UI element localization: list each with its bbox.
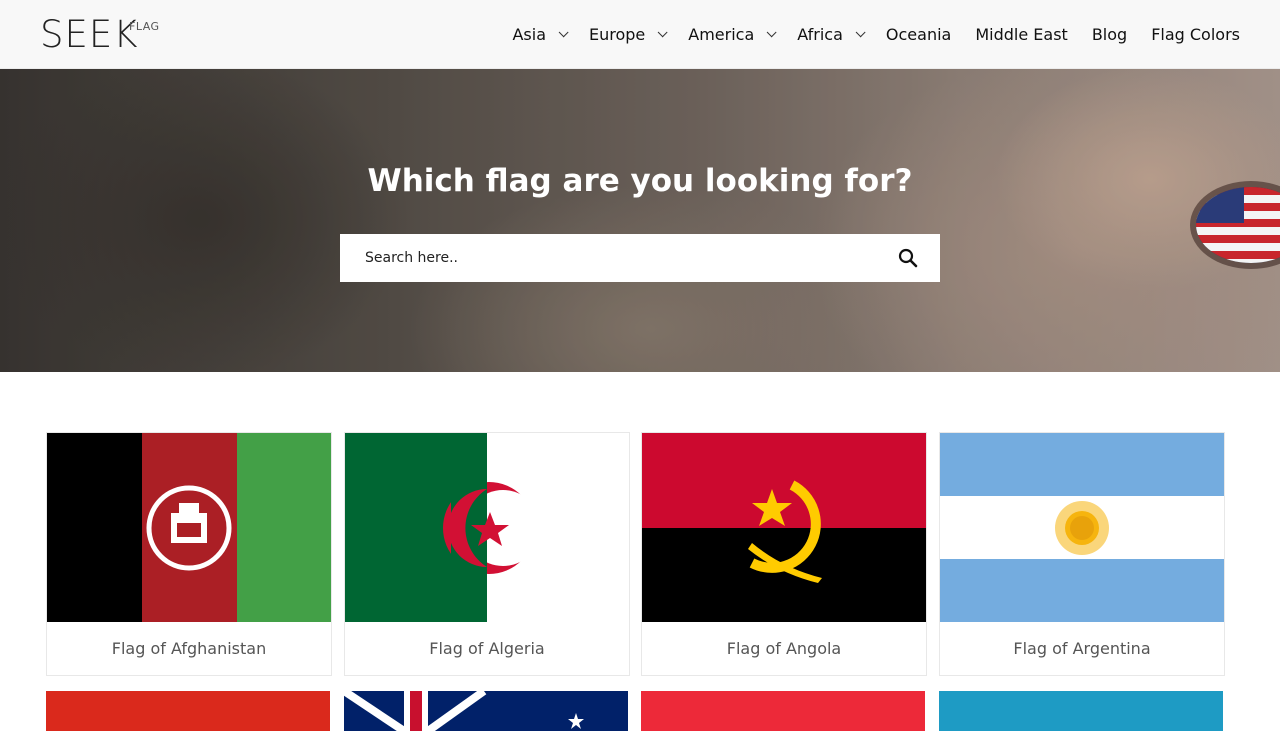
flag-caption[interactable]: Flag of Afghanistan — [47, 622, 331, 675]
flag-card-algeria[interactable]: Flag of Algeria — [344, 432, 630, 676]
logo-wordmark: SEEK — [40, 13, 139, 56]
nav-item-label: America — [688, 25, 755, 44]
flag-caption[interactable]: Flag of Argentina — [940, 622, 1224, 675]
flag-image-partial[interactable] — [46, 691, 330, 731]
flag-card-angola[interactable]: Flag of Angola — [641, 432, 927, 676]
hero-banner: Which flag are you looking for? — [0, 69, 1280, 372]
nav-item-america[interactable]: America — [688, 25, 777, 44]
nav-item-label: Flag Colors — [1151, 25, 1240, 44]
flag-image-partial[interactable] — [641, 691, 925, 731]
logo-subtitle: FLAG — [129, 20, 160, 33]
flag-image-partial[interactable] — [344, 691, 628, 731]
nav-item-europe[interactable]: Europe — [589, 25, 668, 44]
search-icon[interactable] — [898, 248, 918, 268]
nav-item-flag-colors[interactable]: Flag Colors — [1151, 25, 1240, 44]
nav-item-label: Middle East — [975, 25, 1068, 44]
flag-image-algeria[interactable] — [345, 433, 629, 622]
main-nav: Asia Europe America Africa Oceania Middl… — [488, 0, 1240, 69]
nav-item-africa[interactable]: Africa — [797, 25, 866, 44]
flag-card-argentina[interactable]: Flag of Argentina — [939, 432, 1225, 676]
flag-caption[interactable]: Flag of Algeria — [345, 622, 629, 675]
chevron-down-icon[interactable] — [766, 27, 777, 38]
flag-image-partial[interactable] — [939, 691, 1223, 731]
nav-item-label: Africa — [797, 25, 843, 44]
nav-item-label: Asia — [512, 25, 546, 44]
flag-card-partial[interactable] — [939, 691, 1225, 731]
search-box — [340, 234, 940, 282]
nav-item-blog[interactable]: Blog — [1092, 25, 1127, 44]
hero-title: Which flag are you looking for? — [367, 163, 913, 199]
site-header: SEEK FLAG Asia Europe America Africa Oce… — [0, 0, 1280, 69]
flag-image-angola[interactable] — [642, 433, 926, 622]
search-input[interactable] — [340, 234, 880, 282]
flag-image-afghanistan[interactable] — [47, 433, 331, 622]
nav-item-middle-east[interactable]: Middle East — [975, 25, 1067, 44]
flag-caption[interactable]: Flag of Angola — [642, 622, 926, 675]
flag-card-partial[interactable] — [641, 691, 927, 731]
chevron-down-icon[interactable] — [558, 27, 569, 38]
nav-item-label: Europe — [589, 25, 646, 44]
flag-card-partial[interactable] — [46, 691, 332, 731]
nav-item-label: Blog — [1091, 25, 1128, 44]
hero-background-image — [0, 69, 1280, 372]
nav-item-oceania[interactable]: Oceania — [886, 25, 951, 44]
chevron-down-icon[interactable] — [657, 27, 668, 38]
flag-card-partial[interactable] — [344, 691, 630, 731]
nav-item-label: Oceania — [885, 25, 952, 44]
flag-image-argentina[interactable] — [940, 433, 1224, 622]
flag-card-afghanistan[interactable]: Flag of Afghanistan — [46, 432, 332, 676]
site-logo[interactable]: SEEK FLAG — [40, 14, 170, 56]
nav-item-asia[interactable]: Asia — [512, 25, 569, 44]
chevron-down-icon[interactable] — [855, 27, 866, 38]
